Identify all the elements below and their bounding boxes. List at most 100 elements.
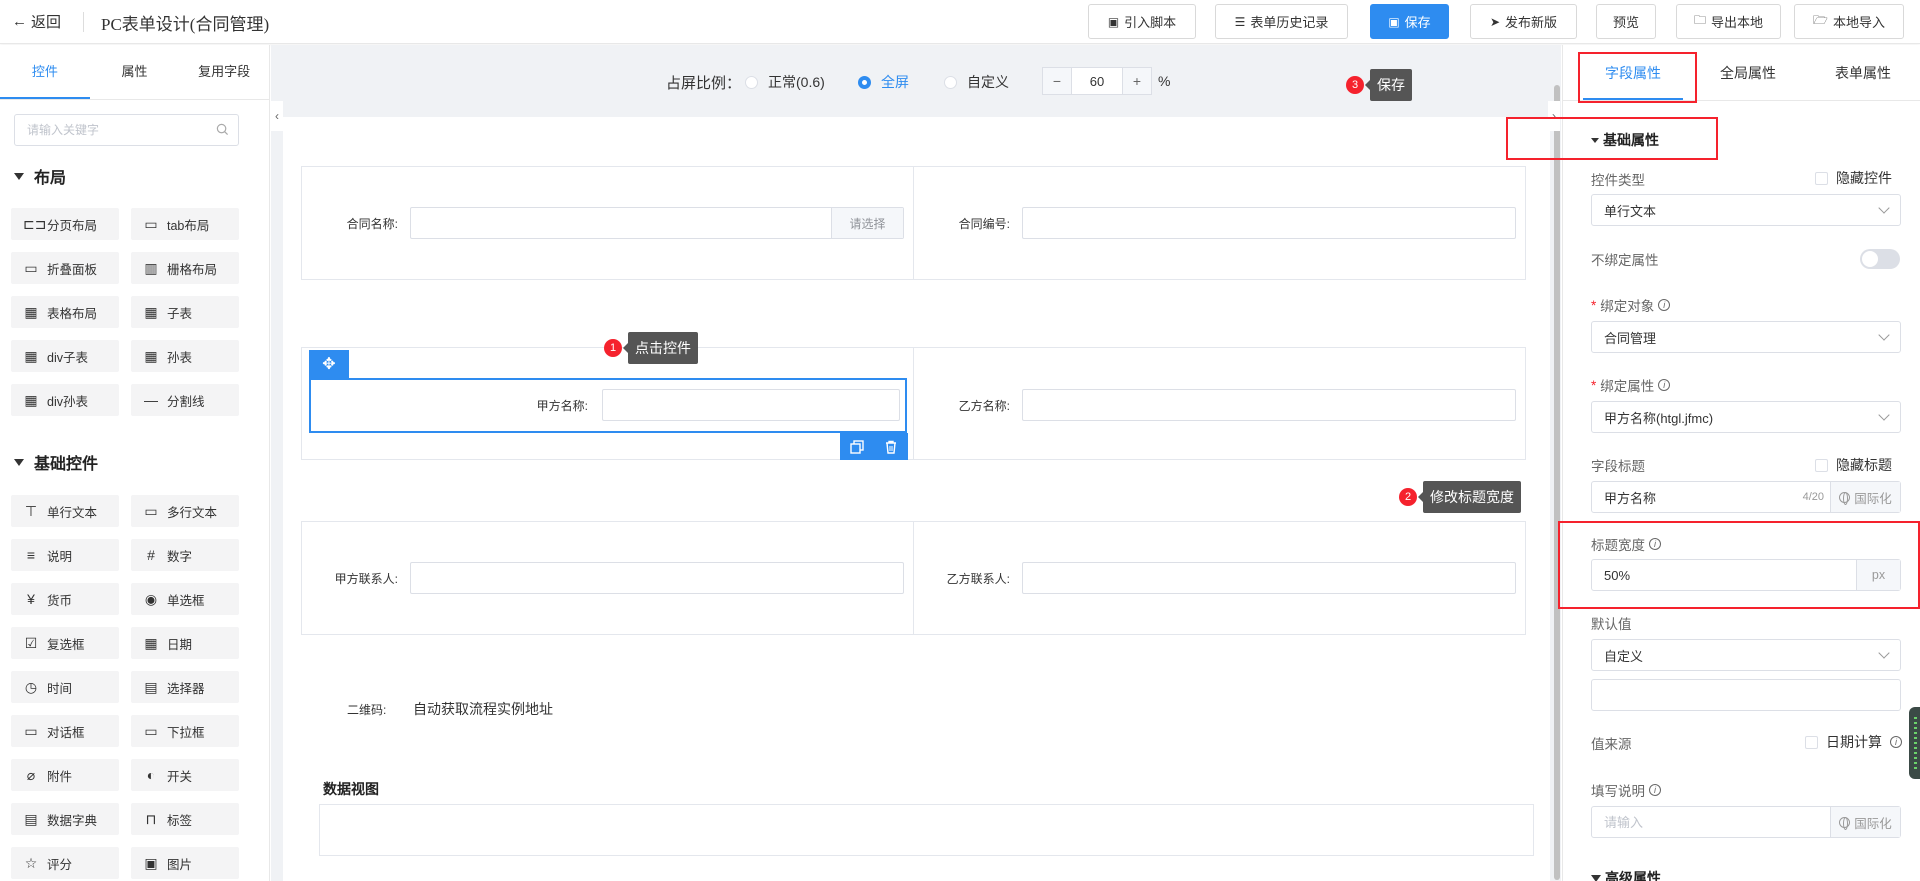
control-item[interactable]: ≡ 说明	[11, 539, 119, 571]
layout-section-title[interactable]: 布局	[14, 164, 66, 188]
decrement-button[interactable]: −	[1043, 68, 1071, 94]
info-icon[interactable]: i	[1649, 784, 1661, 796]
control-item[interactable]: ▭ 折叠面板	[11, 252, 119, 284]
form-cell: 合同编号:	[914, 167, 1526, 279]
control-item[interactable]: ▦ div子表	[11, 340, 119, 372]
delete-icon[interactable]	[884, 440, 898, 454]
basic-properties-title[interactable]: 基础属性	[1591, 130, 1659, 150]
control-item[interactable]: ▦ 表格布局	[11, 296, 119, 328]
control-item[interactable]: ▦ div孙表	[11, 384, 119, 416]
control-item[interactable]: ▦ 日期	[131, 627, 239, 659]
select-addon-button[interactable]: 请选择	[831, 208, 903, 238]
control-item[interactable]: ▤ 选择器	[131, 671, 239, 703]
import-local-button[interactable]: 🗁 本地导入	[1794, 4, 1904, 39]
party-b-name-input[interactable]	[1023, 390, 1515, 420]
ratio-full-radio[interactable]: 全屏	[858, 72, 909, 92]
preview-button[interactable]: 预览	[1596, 4, 1656, 39]
ratio-custom-radio[interactable]: 自定义	[944, 72, 1009, 92]
chevron-down-icon	[1878, 202, 1890, 214]
increment-button[interactable]: +	[1123, 68, 1151, 94]
floating-side-widget[interactable]	[1909, 707, 1920, 779]
tab-form-properties[interactable]: 表单属性	[1813, 45, 1913, 101]
party-b-name-field[interactable]	[1022, 389, 1516, 421]
control-item[interactable]: ⊓ 标签	[131, 803, 239, 835]
control-type-value: 单行文本	[1604, 203, 1657, 219]
control-item[interactable]: ▣ 图片	[131, 847, 239, 879]
basic-section-title[interactable]: 基础控件	[14, 450, 98, 474]
control-item[interactable]: ☑ 复选框	[11, 627, 119, 659]
i18n-button[interactable]: 国际化	[1830, 482, 1900, 512]
control-item[interactable]: ▤ 数据字典	[11, 803, 119, 835]
control-item[interactable]: # 数字	[131, 539, 239, 571]
bind-attr-select[interactable]: 甲方名称(htgl.jfmc)	[1591, 401, 1901, 433]
form-history-button[interactable]: ☰ 表单历史记录	[1215, 4, 1348, 39]
save-button[interactable]: ▣ 保存	[1370, 4, 1449, 39]
bind-object-select[interactable]: 合同管理	[1591, 321, 1901, 353]
control-item[interactable]: ☆ 评分	[11, 847, 119, 879]
data-view-area[interactable]	[319, 804, 1534, 856]
party-a-contact-field[interactable]	[410, 562, 904, 594]
info-icon[interactable]: i	[1890, 736, 1902, 748]
ratio-normal-radio[interactable]: 正常(0.6)	[745, 72, 825, 92]
party-b-contact-field[interactable]	[1022, 562, 1516, 594]
party-b-contact-input[interactable]	[1023, 563, 1515, 593]
move-handle-icon[interactable]: ✥	[309, 350, 349, 378]
control-item[interactable]: ▭ 多行文本	[131, 495, 239, 527]
fill-desc-input[interactable]	[1592, 807, 1830, 837]
publish-button[interactable]: ➤ 发布新版	[1470, 4, 1577, 39]
hide-title-checkbox[interactable]: 隐藏标题	[1815, 455, 1892, 475]
collapse-right-button[interactable]: ›	[1548, 101, 1560, 131]
export-local-button[interactable]: 🗀 导出本地	[1676, 4, 1781, 39]
unbind-toggle[interactable]	[1860, 249, 1900, 269]
contract-name-field[interactable]: 请选择	[410, 207, 904, 239]
control-item[interactable]: ⊏⊐ 分页布局	[11, 208, 119, 240]
copy-icon[interactable]	[850, 439, 864, 454]
control-item[interactable]: ⌀ 附件	[11, 759, 119, 791]
ratio-value[interactable]: 60	[1071, 68, 1123, 94]
control-item[interactable]: ◉ 单选框	[131, 583, 239, 615]
tab-global-properties[interactable]: 全局属性	[1693, 45, 1803, 101]
party-a-name-input[interactable]	[603, 390, 899, 420]
control-item[interactable]: ▦ 子表	[131, 296, 239, 328]
import-script-button[interactable]: ▣ 引入脚本	[1088, 4, 1196, 39]
hide-control-checkbox[interactable]: 隐藏控件	[1815, 168, 1892, 188]
search-icon[interactable]	[216, 123, 229, 136]
tab-properties[interactable]: 属性	[90, 45, 180, 99]
i18n-button[interactable]: 国际化	[1830, 807, 1900, 837]
tab-field-properties[interactable]: 字段属性	[1583, 45, 1683, 101]
title-width-input[interactable]	[1592, 560, 1856, 590]
control-item[interactable]: ▦ 孙表	[131, 340, 239, 372]
control-item[interactable]: ◷ 时间	[11, 671, 119, 703]
info-icon[interactable]: i	[1649, 538, 1661, 550]
control-item-label: 下拉框	[167, 725, 205, 740]
field-title-input[interactable]	[1592, 482, 1803, 512]
control-item[interactable]: ▥ 栅格布局	[131, 252, 239, 284]
control-item[interactable]: ◐ 开关	[131, 759, 239, 791]
party-a-contact-input[interactable]	[411, 563, 903, 593]
back-button[interactable]: ← 返回	[12, 11, 61, 32]
default-value-select[interactable]: 自定义	[1591, 639, 1901, 671]
ratio-normal-label: 正常(0.6)	[768, 74, 825, 90]
canvas-scrollbar[interactable]	[1554, 85, 1560, 880]
contract-no-input[interactable]	[1023, 208, 1515, 238]
party-a-name-field[interactable]	[602, 389, 900, 421]
tab-controls[interactable]: 控件	[0, 45, 90, 99]
advanced-properties-title[interactable]: 高级属性	[1591, 868, 1661, 881]
control-item[interactable]: ▭ 下拉框	[131, 715, 239, 747]
tab-reuse-fields[interactable]: 复用字段	[179, 45, 269, 99]
contract-no-field[interactable]	[1022, 207, 1516, 239]
info-icon[interactable]: i	[1658, 379, 1671, 391]
control-item[interactable]: ¥ 货币	[11, 583, 119, 615]
control-item[interactable]: — 分割线	[131, 384, 239, 416]
control-item[interactable]: ▭ tab布局	[131, 208, 239, 240]
default-value-input[interactable]	[1592, 680, 1900, 710]
info-icon[interactable]: i	[1658, 299, 1671, 311]
control-search-input[interactable]	[15, 115, 205, 145]
switch-icon: ◐	[146, 767, 156, 783]
control-type-select[interactable]: 单行文本	[1591, 194, 1901, 226]
contract-name-input[interactable]	[411, 208, 903, 238]
control-item[interactable]: ▭ 对话框	[11, 715, 119, 747]
control-item[interactable]: ⊤ 单行文本	[11, 495, 119, 527]
collapse-left-button[interactable]: ‹	[271, 101, 283, 131]
date-calc-checkbox[interactable]: 日期计算 i	[1805, 732, 1902, 752]
